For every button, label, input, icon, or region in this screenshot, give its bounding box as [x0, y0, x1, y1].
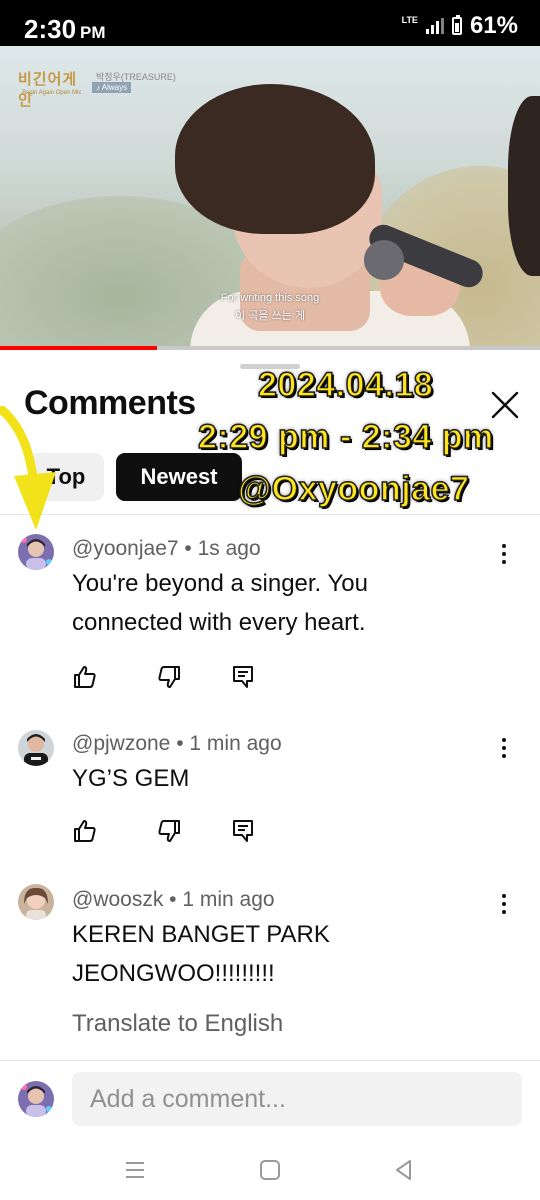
status-right: LTE 61% [402, 12, 518, 40]
status-time-text: 2:30 [24, 14, 77, 44]
more-icon[interactable] [496, 892, 512, 916]
comment-line: YG’S GEM [72, 765, 190, 792]
comment-age: 1 min ago [189, 732, 282, 755]
network-label: LTE [401, 14, 418, 25]
video-person-hair [175, 84, 375, 234]
comment-age: 1 min ago [182, 888, 275, 911]
battery-level: 61% [469, 12, 518, 39]
comment-line: You're beyond a singer. You [72, 570, 368, 597]
avatar[interactable] [18, 884, 54, 920]
comment-text: KEREN BANGET PARK JEONGWOO!!!!!!!!! [72, 915, 492, 993]
recents-icon[interactable] [121, 1156, 149, 1184]
current-user-avatar[interactable] [18, 1081, 54, 1117]
arrow-icon [0, 406, 56, 530]
dislike-icon[interactable] [156, 664, 182, 690]
overlay-handle: @Oxyoonjae7 [237, 469, 470, 509]
chip-newest-label: Newest [140, 464, 218, 489]
dislike-icon[interactable] [156, 818, 182, 844]
home-icon[interactable] [256, 1156, 284, 1184]
overlay-time-range: 2:29 pm - 2:34 pm [197, 417, 494, 457]
show-logo: 비긴어게인 [18, 70, 78, 109]
divider [0, 1060, 540, 1061]
translate-link[interactable]: Translate to English [72, 1010, 283, 1038]
more-icon[interactable] [496, 736, 512, 760]
chip-newest[interactable]: Newest [116, 453, 242, 501]
comment-meta: @yoonjae7 • 1s ago [72, 537, 261, 560]
status-ampm: PM [80, 23, 106, 42]
comment-author[interactable]: @yoonjae7 [72, 537, 179, 560]
comment-meta: @wooszk • 1 min ago [72, 888, 275, 911]
comment-line: JEONGWOO!!!!!!!!! [72, 960, 275, 987]
reply-icon[interactable] [230, 664, 256, 690]
comment-line: connected with every heart. [72, 609, 366, 636]
avatar[interactable] [18, 730, 54, 766]
status-bar: 2:30 PM LTE 61% [0, 0, 540, 46]
back-icon[interactable] [390, 1156, 418, 1184]
reply-icon[interactable] [230, 818, 256, 844]
comment-text: YG’S GEM [72, 759, 492, 798]
system-nav-bar [0, 1140, 540, 1200]
more-icon[interactable] [496, 542, 512, 566]
divider [0, 514, 540, 515]
close-icon[interactable] [488, 388, 522, 422]
show-logo-subtitle: Begin Again Open Mic [22, 90, 82, 96]
add-comment-input[interactable]: Add a comment... [72, 1072, 522, 1126]
video-subtitle-ko: 이 곡을 쓰는 게 [235, 310, 305, 322]
signal-icon [425, 18, 444, 34]
overlay-date: 2024.04.18 [257, 365, 434, 405]
video-person-side [508, 96, 540, 276]
comment-meta: @pjwzone • 1 min ago [72, 732, 282, 755]
comment-author[interactable]: @pjwzone [72, 732, 170, 755]
status-time: 2:30 PM [24, 14, 106, 45]
comment-age: 1s ago [197, 537, 261, 560]
comment-text: You're beyond a singer. You connected wi… [72, 564, 492, 642]
song-title: ♪ Always [92, 82, 132, 93]
comment-line: KEREN BANGET PARK [72, 921, 330, 948]
comment-author[interactable]: @wooszk [72, 888, 163, 911]
video-player[interactable]: 비긴어게인 Begin Again Open Mic 박정우(TREASURE)… [0, 46, 540, 348]
avatar[interactable] [18, 534, 54, 570]
battery-icon [451, 15, 462, 35]
video-subtitle-en: For writing this song [220, 292, 320, 304]
like-icon[interactable] [72, 664, 98, 690]
add-comment-placeholder: Add a comment... [90, 1085, 286, 1113]
microphone-head [364, 240, 404, 280]
like-icon[interactable] [72, 818, 98, 844]
